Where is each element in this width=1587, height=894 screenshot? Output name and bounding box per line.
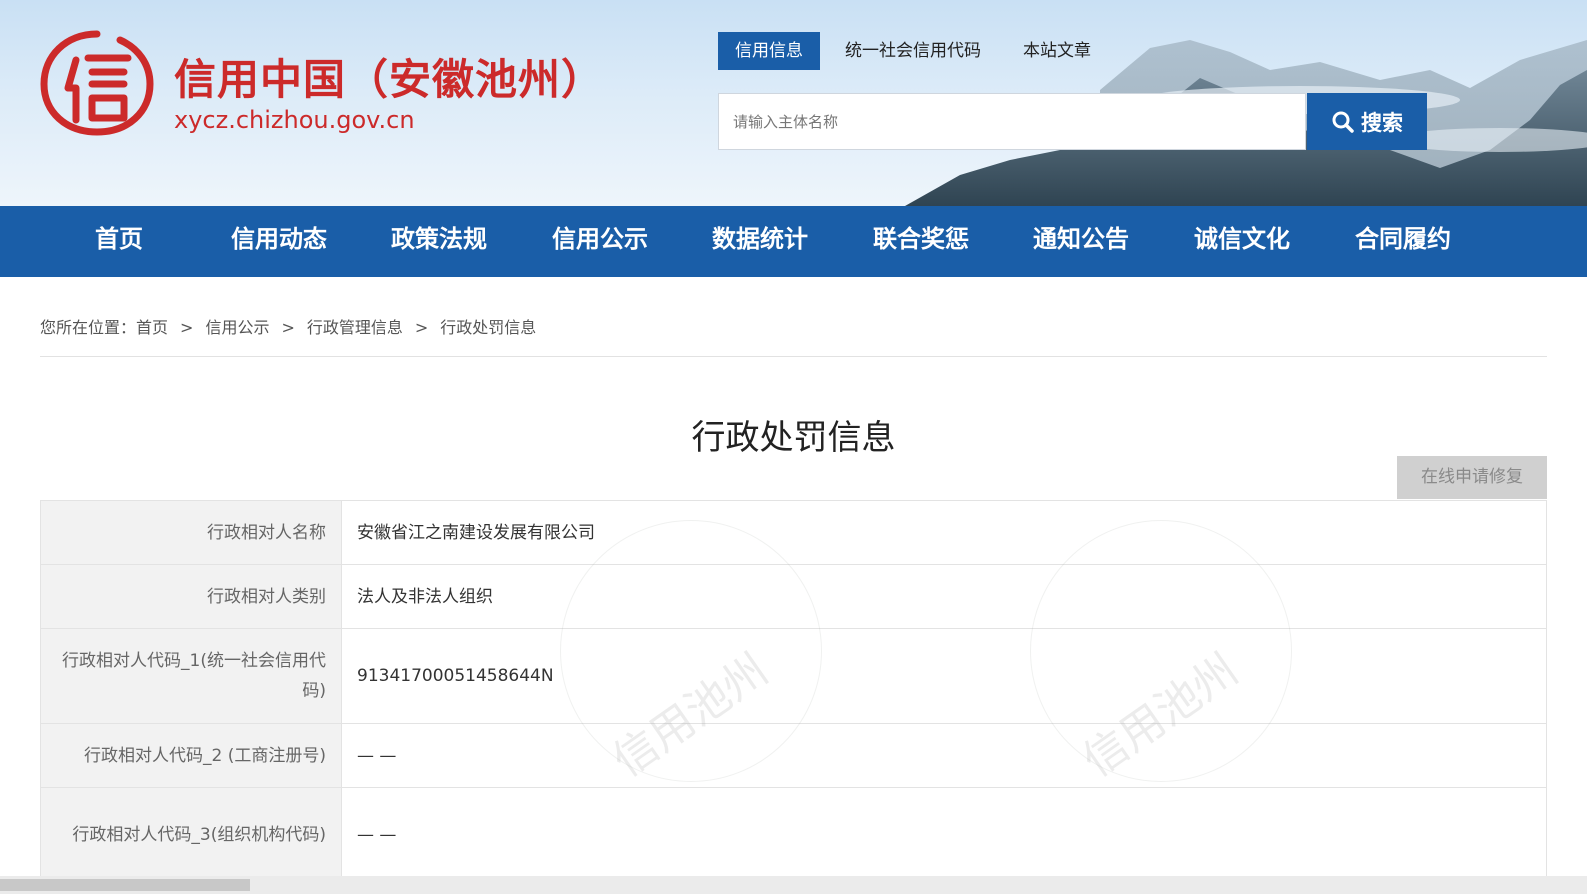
nav-item-credit-news[interactable]: 信用动态 xyxy=(231,206,327,277)
breadcrumb-separator: > xyxy=(414,318,429,337)
site-header: 信用中国（安徽池州） xycz.chizhou.gov.cn 信用信息 统一社会… xyxy=(0,0,1587,206)
row-value: 法人及非法人组织 xyxy=(341,564,1547,629)
row-label: 行政相对人代码_2 (工商注册号) xyxy=(40,723,342,788)
top-tabs: 信用信息 统一社会信用代码 本站文章 xyxy=(718,32,1116,70)
row-label: 行政相对人名称 xyxy=(40,500,342,565)
row-value: 安徽省江之南建设发展有限公司 xyxy=(341,500,1547,565)
scrollbar-thumb[interactable] xyxy=(0,879,250,891)
online-repair-button[interactable]: 在线申请修复 xyxy=(1397,456,1547,499)
logo-emblem-icon xyxy=(40,30,154,136)
table-row: 行政相对人代码_2 (工商注册号) — — xyxy=(40,723,1547,788)
breadcrumb-prefix: 您所在位置： xyxy=(40,318,137,337)
row-value: — — xyxy=(341,723,1547,788)
site-url: xycz.chizhou.gov.cn xyxy=(174,106,415,134)
breadcrumb-divider xyxy=(40,356,1547,357)
breadcrumb-current[interactable]: 行政处罚信息 xyxy=(440,318,536,337)
main-nav: 首页 信用动态 政策法规 信用公示 数据统计 联合奖惩 通知公告 诚信文化 合同… xyxy=(0,206,1587,277)
table-row: 行政相对人代码_3(组织机构代码) — — xyxy=(40,787,1547,883)
tab-credit-code[interactable]: 统一社会信用代码 xyxy=(828,32,998,70)
table-row: 行政相对人代码_1(统一社会信用代码) 91341700051458644N xyxy=(40,628,1547,724)
nav-item-joint-rewards[interactable]: 联合奖惩 xyxy=(873,206,969,277)
nav-item-notices[interactable]: 通知公告 xyxy=(1033,206,1129,277)
search-button-label: 搜索 xyxy=(1361,110,1403,135)
breadcrumb-admin-info[interactable]: 行政管理信息 xyxy=(307,318,403,337)
breadcrumb-credit-disclosure[interactable]: 信用公示 xyxy=(205,318,269,337)
row-value: — — xyxy=(341,787,1547,883)
row-label: 行政相对人代码_1(统一社会信用代码) xyxy=(40,628,342,724)
breadcrumb-separator: > xyxy=(180,318,194,337)
page-title: 行政处罚信息 xyxy=(691,418,896,458)
nav-item-contracts[interactable]: 合同履约 xyxy=(1355,206,1451,277)
row-label: 行政相对人代码_3(组织机构代码) xyxy=(40,787,342,883)
nav-item-integrity-culture[interactable]: 诚信文化 xyxy=(1194,206,1290,277)
nav-item-credit-disclosure[interactable]: 信用公示 xyxy=(552,206,648,277)
site-title: 信用中国（安徽池州） xyxy=(174,55,605,104)
penalty-info-table: 行政相对人名称 安徽省江之南建设发展有限公司 行政相对人类别 法人及非法人组织 … xyxy=(40,500,1547,883)
search-button[interactable]: 搜索 xyxy=(1307,93,1427,150)
search-input[interactable] xyxy=(719,94,1305,149)
tab-credit-info[interactable]: 信用信息 xyxy=(718,32,820,70)
table-row: 行政相对人类别 法人及非法人组织 xyxy=(40,564,1547,629)
row-label: 行政相对人类别 xyxy=(40,564,342,629)
horizontal-scrollbar[interactable] xyxy=(0,876,1587,894)
nav-item-statistics[interactable]: 数据统计 xyxy=(712,206,808,277)
breadcrumb-home[interactable]: 首页 xyxy=(136,318,168,337)
search-icon xyxy=(1332,111,1354,133)
row-value: 91341700051458644N xyxy=(341,628,1547,724)
table-row: 行政相对人名称 安徽省江之南建设发展有限公司 xyxy=(40,500,1547,565)
breadcrumb-separator: > xyxy=(281,318,295,337)
nav-item-home[interactable]: 首页 xyxy=(95,206,143,277)
breadcrumb: 您所在位置：首页 > 信用公示 > 行政管理信息 > 行政处罚信息 xyxy=(40,314,536,338)
tab-site-articles[interactable]: 本站文章 xyxy=(1006,32,1108,70)
search-box xyxy=(718,93,1306,150)
nav-item-policy[interactable]: 政策法规 xyxy=(391,206,487,277)
